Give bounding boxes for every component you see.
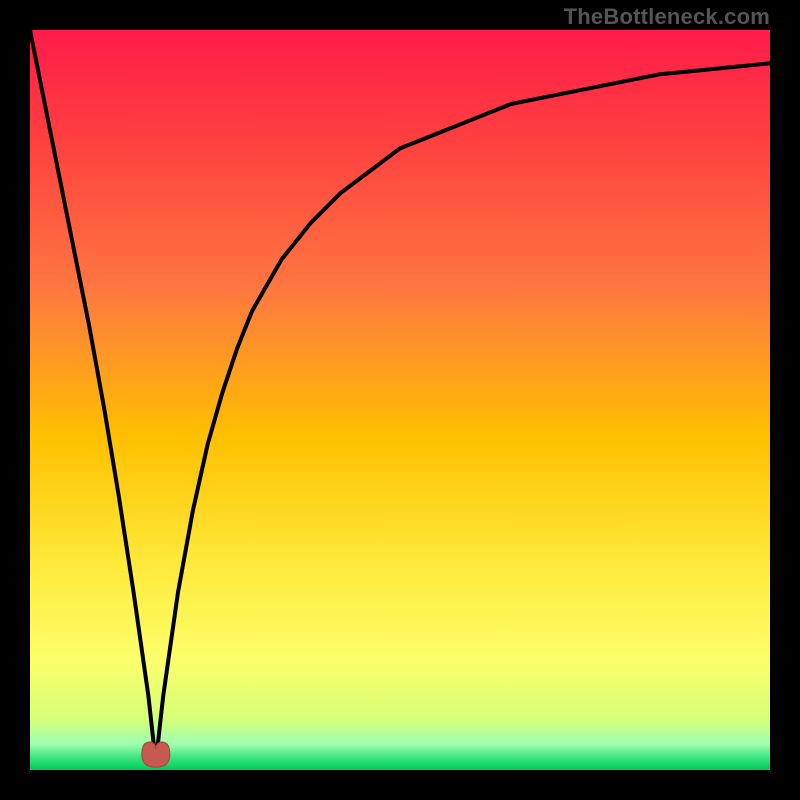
gradient-background xyxy=(30,30,770,770)
bottleneck-chart xyxy=(30,30,770,770)
plot-area xyxy=(30,30,770,770)
attribution-watermark: TheBottleneck.com xyxy=(564,4,770,30)
chart-frame: TheBottleneck.com xyxy=(0,0,800,800)
